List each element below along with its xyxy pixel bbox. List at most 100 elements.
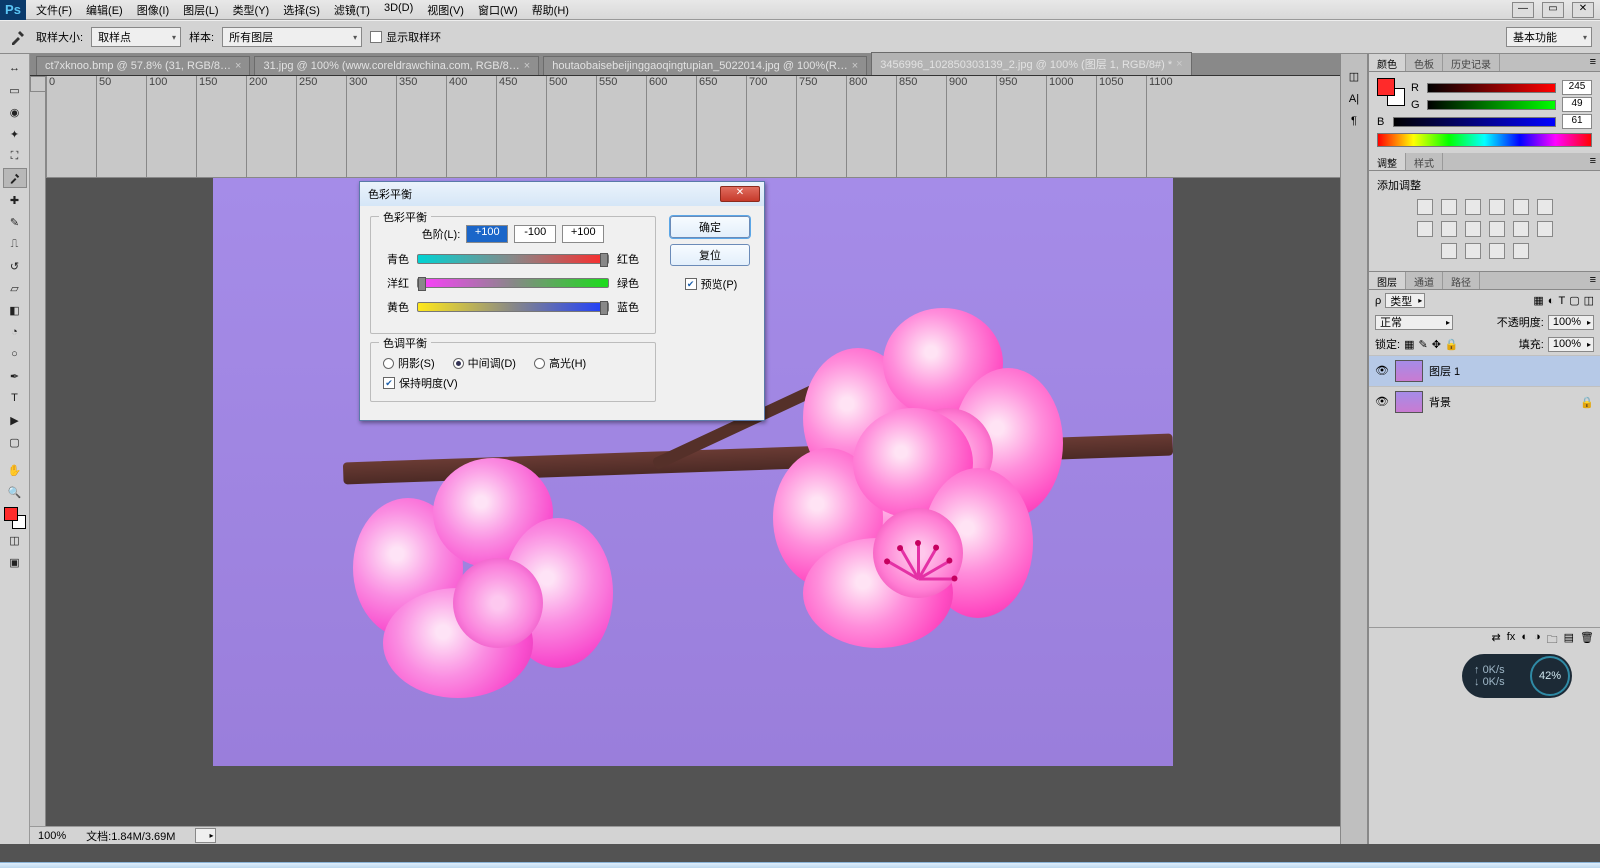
lock-all-icon[interactable]: 🔒 — [1445, 338, 1459, 351]
lasso-tool[interactable]: ◉ — [3, 102, 27, 122]
doc-tab-2[interactable]: 31.jpg @ 100% (www.coreldrawchina.com, R… — [254, 56, 539, 75]
tab-styles[interactable]: 样式 — [1406, 153, 1443, 170]
close-icon[interactable]: × — [235, 60, 241, 72]
workspace-switcher[interactable]: 基本功能 — [1506, 27, 1592, 47]
screen-mode-toggle[interactable]: ▣ — [3, 552, 27, 572]
adj-icon[interactable] — [1489, 221, 1505, 237]
adj-icon[interactable] — [1489, 199, 1505, 215]
menu-view[interactable]: 视图(V) — [427, 2, 464, 18]
close-icon[interactable]: × — [1176, 58, 1182, 70]
doc-tab-1[interactable]: ct7xknoo.bmp @ 57.8% (31, RGB/8…× — [36, 56, 250, 75]
layer-mask-icon[interactable]: ◐ — [1521, 631, 1528, 650]
adj-icon[interactable] — [1513, 243, 1529, 259]
menu-edit[interactable]: 编辑(E) — [86, 2, 123, 18]
visibility-toggle[interactable]: 👁 — [1375, 364, 1389, 378]
blur-tool[interactable]: ◔ — [3, 322, 27, 342]
layer-name[interactable]: 背景 — [1429, 394, 1451, 410]
filter-icon[interactable]: ◐ — [1548, 295, 1555, 307]
close-icon[interactable]: × — [852, 60, 858, 72]
adj-icon[interactable] — [1513, 221, 1529, 237]
doc-tab-4[interactable]: 3456996_102850303139_2.jpg @ 100% (图层 1,… — [871, 52, 1191, 75]
eraser-tool[interactable]: ▱ — [3, 278, 27, 298]
show-sampling-ring-checkbox[interactable]: 显示取样环 — [370, 29, 441, 45]
delete-layer-icon[interactable]: 🗑 — [1580, 631, 1594, 650]
adj-icon[interactable] — [1441, 243, 1457, 259]
crop-tool[interactable]: ⛶ — [3, 146, 27, 166]
magenta-green-slider[interactable] — [417, 278, 609, 288]
layer-filter-kind[interactable]: 类型 — [1385, 293, 1425, 308]
adj-icon[interactable] — [1489, 243, 1505, 259]
r-value[interactable]: 245 — [1562, 80, 1592, 95]
layer-fx-icon[interactable]: fx — [1507, 631, 1516, 650]
marquee-tool[interactable]: ▭ — [3, 80, 27, 100]
menu-image[interactable]: 图像(I) — [137, 2, 169, 18]
tab-channels[interactable]: 通道 — [1406, 272, 1443, 289]
layer-thumbnail[interactable] — [1395, 360, 1423, 382]
window-maximize[interactable]: ▭ — [1542, 2, 1564, 18]
sample-size-select[interactable]: 取样点 — [91, 27, 181, 47]
spectrum-ramp[interactable] — [1377, 133, 1592, 147]
link-layers-icon[interactable]: ⇄ — [1492, 631, 1501, 650]
midtones-radio[interactable]: 中间调(D) — [453, 355, 516, 371]
color-fgbg[interactable] — [1377, 78, 1405, 106]
zoom-value[interactable]: 100% — [38, 830, 66, 842]
preserve-luminosity-checkbox[interactable]: ✔保持明度(V) — [381, 375, 645, 391]
new-layer-icon[interactable]: ▤ — [1564, 631, 1574, 650]
adj-icon[interactable] — [1441, 199, 1457, 215]
cyan-red-slider[interactable] — [417, 254, 609, 264]
menu-help[interactable]: 帮助(H) — [532, 2, 569, 18]
tab-color[interactable]: 颜色 — [1369, 54, 1406, 71]
tab-adjustments[interactable]: 调整 — [1369, 153, 1406, 170]
move-tool[interactable]: ↔ — [3, 58, 27, 78]
rectangle-tool[interactable]: ▢ — [3, 432, 27, 452]
b-value[interactable]: 61 — [1562, 114, 1592, 129]
level-input-cyan-red[interactable]: +100 — [466, 225, 508, 243]
ruler-origin[interactable] — [30, 76, 46, 92]
type-tool[interactable]: T — [3, 388, 27, 408]
window-close[interactable]: ✕ — [1572, 2, 1594, 18]
foreground-background-colors[interactable] — [4, 507, 26, 529]
canvas[interactable]: 色彩平衡 ✕ 色彩平衡 色阶(L): +100 — [213, 178, 1173, 766]
layer-row[interactable]: 👁 背景 🔒 — [1369, 386, 1600, 417]
menu-window[interactable]: 窗口(W) — [478, 2, 518, 18]
level-input-yellow-blue[interactable]: +100 — [562, 225, 604, 243]
adj-icon[interactable] — [1465, 221, 1481, 237]
vertical-ruler[interactable] — [30, 92, 46, 826]
tab-swatches[interactable]: 色板 — [1406, 54, 1443, 71]
horizontal-ruler[interactable]: 0501001502002503003504004505005506006507… — [46, 76, 1340, 178]
layer-row[interactable]: 👁 图层 1 — [1369, 355, 1600, 386]
foreground-color-swatch[interactable] — [4, 507, 18, 521]
b-slider[interactable] — [1393, 117, 1556, 127]
lock-pixels-icon[interactable]: ✎ — [1418, 338, 1427, 351]
lock-position-icon[interactable]: ✥ — [1432, 338, 1441, 351]
adj-icon[interactable] — [1513, 199, 1529, 215]
brush-tool[interactable]: ✎ — [3, 212, 27, 232]
opacity-value[interactable]: 100% — [1548, 315, 1594, 330]
fill-value[interactable]: 100% — [1548, 337, 1594, 352]
histogram-icon[interactable]: ◫ — [1349, 70, 1359, 83]
sample-layers-select[interactable]: 所有图层 — [222, 27, 362, 47]
visibility-toggle[interactable]: 👁 — [1375, 395, 1389, 409]
filter-icon[interactable]: ◫ — [1584, 294, 1594, 307]
adj-icon[interactable] — [1465, 243, 1481, 259]
reset-button[interactable]: 复位 — [670, 244, 750, 266]
adj-icon[interactable] — [1417, 221, 1433, 237]
adj-icon[interactable] — [1537, 199, 1553, 215]
adj-icon[interactable] — [1537, 221, 1553, 237]
menu-file[interactable]: 文件(F) — [36, 2, 72, 18]
filter-icon[interactable]: T — [1558, 295, 1565, 307]
panel-menu-icon[interactable]: ≡ — [1586, 272, 1600, 289]
zoom-tool[interactable]: 🔍 — [3, 482, 27, 502]
gradient-tool[interactable]: ◧ — [3, 300, 27, 320]
dialog-close-button[interactable]: ✕ — [720, 186, 760, 202]
path-selection-tool[interactable]: ▶ — [3, 410, 27, 430]
shadows-radio[interactable]: 阴影(S) — [383, 355, 435, 371]
g-slider[interactable] — [1427, 100, 1556, 110]
highlights-radio[interactable]: 高光(H) — [534, 355, 586, 371]
character-icon[interactable]: A| — [1349, 93, 1359, 105]
layer-name[interactable]: 图层 1 — [1429, 363, 1460, 379]
new-fill-layer-icon[interactable]: ◑ — [1534, 631, 1541, 650]
panel-menu-icon[interactable]: ≡ — [1586, 153, 1600, 170]
panel-menu-icon[interactable]: ≡ — [1586, 54, 1600, 71]
menu-layer[interactable]: 图层(L) — [183, 2, 218, 18]
